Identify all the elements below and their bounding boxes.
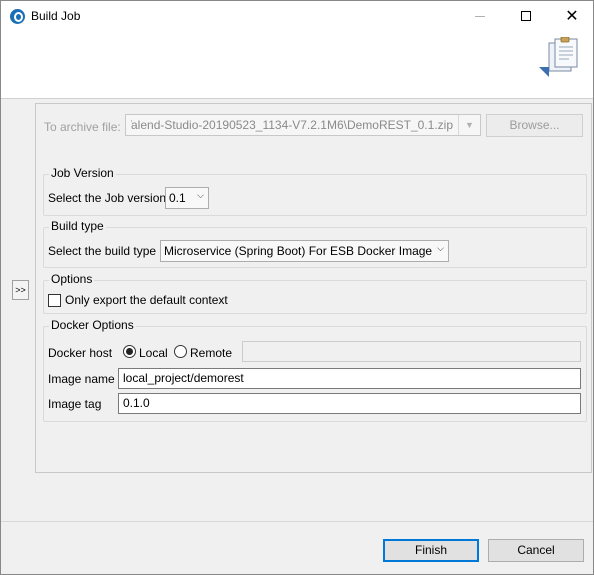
archive-file-label: To archive file:: [44, 120, 121, 134]
docker-host-label: Docker host: [48, 346, 113, 360]
chevron-down-icon: ⌵: [437, 243, 444, 253]
build-wizard-icon: [539, 37, 578, 77]
build-job-dialog: Build Job ✕ >> To archive file: ds\Talen…: [0, 0, 594, 575]
wizard-banner: [1, 31, 593, 99]
build-options-panel: To archive file: ds\Talend-Studio-201905…: [35, 103, 592, 473]
maximize-icon: [521, 11, 531, 21]
talend-app-icon: [10, 9, 25, 24]
image-name-label: Image name: [48, 372, 115, 386]
minimize-button[interactable]: [457, 1, 503, 31]
build-type-label: Select the build type: [48, 244, 157, 258]
options-group: Options Only export the default context: [43, 272, 587, 314]
close-button[interactable]: ✕: [549, 1, 594, 31]
docker-remote-host-field: [242, 341, 581, 362]
docker-options-group-title: Docker Options: [49, 318, 136, 332]
chevron-down-icon: ⌵: [197, 190, 204, 200]
cancel-button[interactable]: Cancel: [488, 539, 584, 562]
docker-host-remote-radio[interactable]: [174, 345, 187, 358]
docker-host-remote-label: Remote: [190, 346, 233, 360]
title-bar: Build Job ✕: [1, 1, 593, 31]
build-type-group: Build type Select the build type Microse…: [43, 219, 587, 268]
expand-panel-button[interactable]: >>: [12, 280, 29, 300]
chevron-down-icon: ▼: [458, 115, 480, 135]
image-tag-label: Image tag: [48, 397, 102, 411]
job-version-label: Select the Job version: [48, 191, 167, 205]
archive-row: To archive file: ds\Talend-Studio-201905…: [36, 104, 591, 144]
job-version-value: 0.1: [169, 191, 186, 205]
docker-host-local-radio[interactable]: [123, 345, 136, 358]
options-group-title: Options: [49, 272, 95, 286]
docker-options-group: Docker Options Docker host Local Remote …: [43, 318, 587, 422]
archive-file-combo: ds\Talend-Studio-20190523_1134-V7.2.1M6\…: [125, 114, 481, 136]
docker-host-local-label: Local: [139, 346, 168, 360]
archive-file-value: ds\Talend-Studio-20190523_1134-V7.2.1M6\…: [131, 118, 453, 132]
job-version-select[interactable]: 0.1 ⌵: [165, 187, 209, 209]
close-icon: ✕: [565, 8, 579, 25]
image-name-field[interactable]: local_project/demorest: [118, 368, 581, 389]
build-type-group-title: Build type: [49, 219, 106, 233]
export-default-context-checkbox[interactable]: [48, 294, 61, 307]
job-version-group-title: Job Version: [49, 166, 116, 180]
build-type-value: Microservice (Spring Boot) For ESB Docke…: [164, 244, 433, 258]
image-tag-field[interactable]: 0.1.0: [118, 393, 581, 414]
window-title: Build Job: [31, 9, 81, 23]
footer-separator: [1, 521, 593, 522]
maximize-button[interactable]: [503, 1, 549, 31]
browse-button: Browse...: [486, 114, 583, 137]
finish-button[interactable]: Finish: [383, 539, 479, 562]
job-version-group: Job Version Select the Job version 0.1 ⌵: [43, 166, 587, 216]
minimize-icon: [475, 15, 485, 17]
export-default-context-label: Only export the default context: [65, 293, 228, 307]
build-type-select[interactable]: Microservice (Spring Boot) For ESB Docke…: [160, 240, 449, 262]
